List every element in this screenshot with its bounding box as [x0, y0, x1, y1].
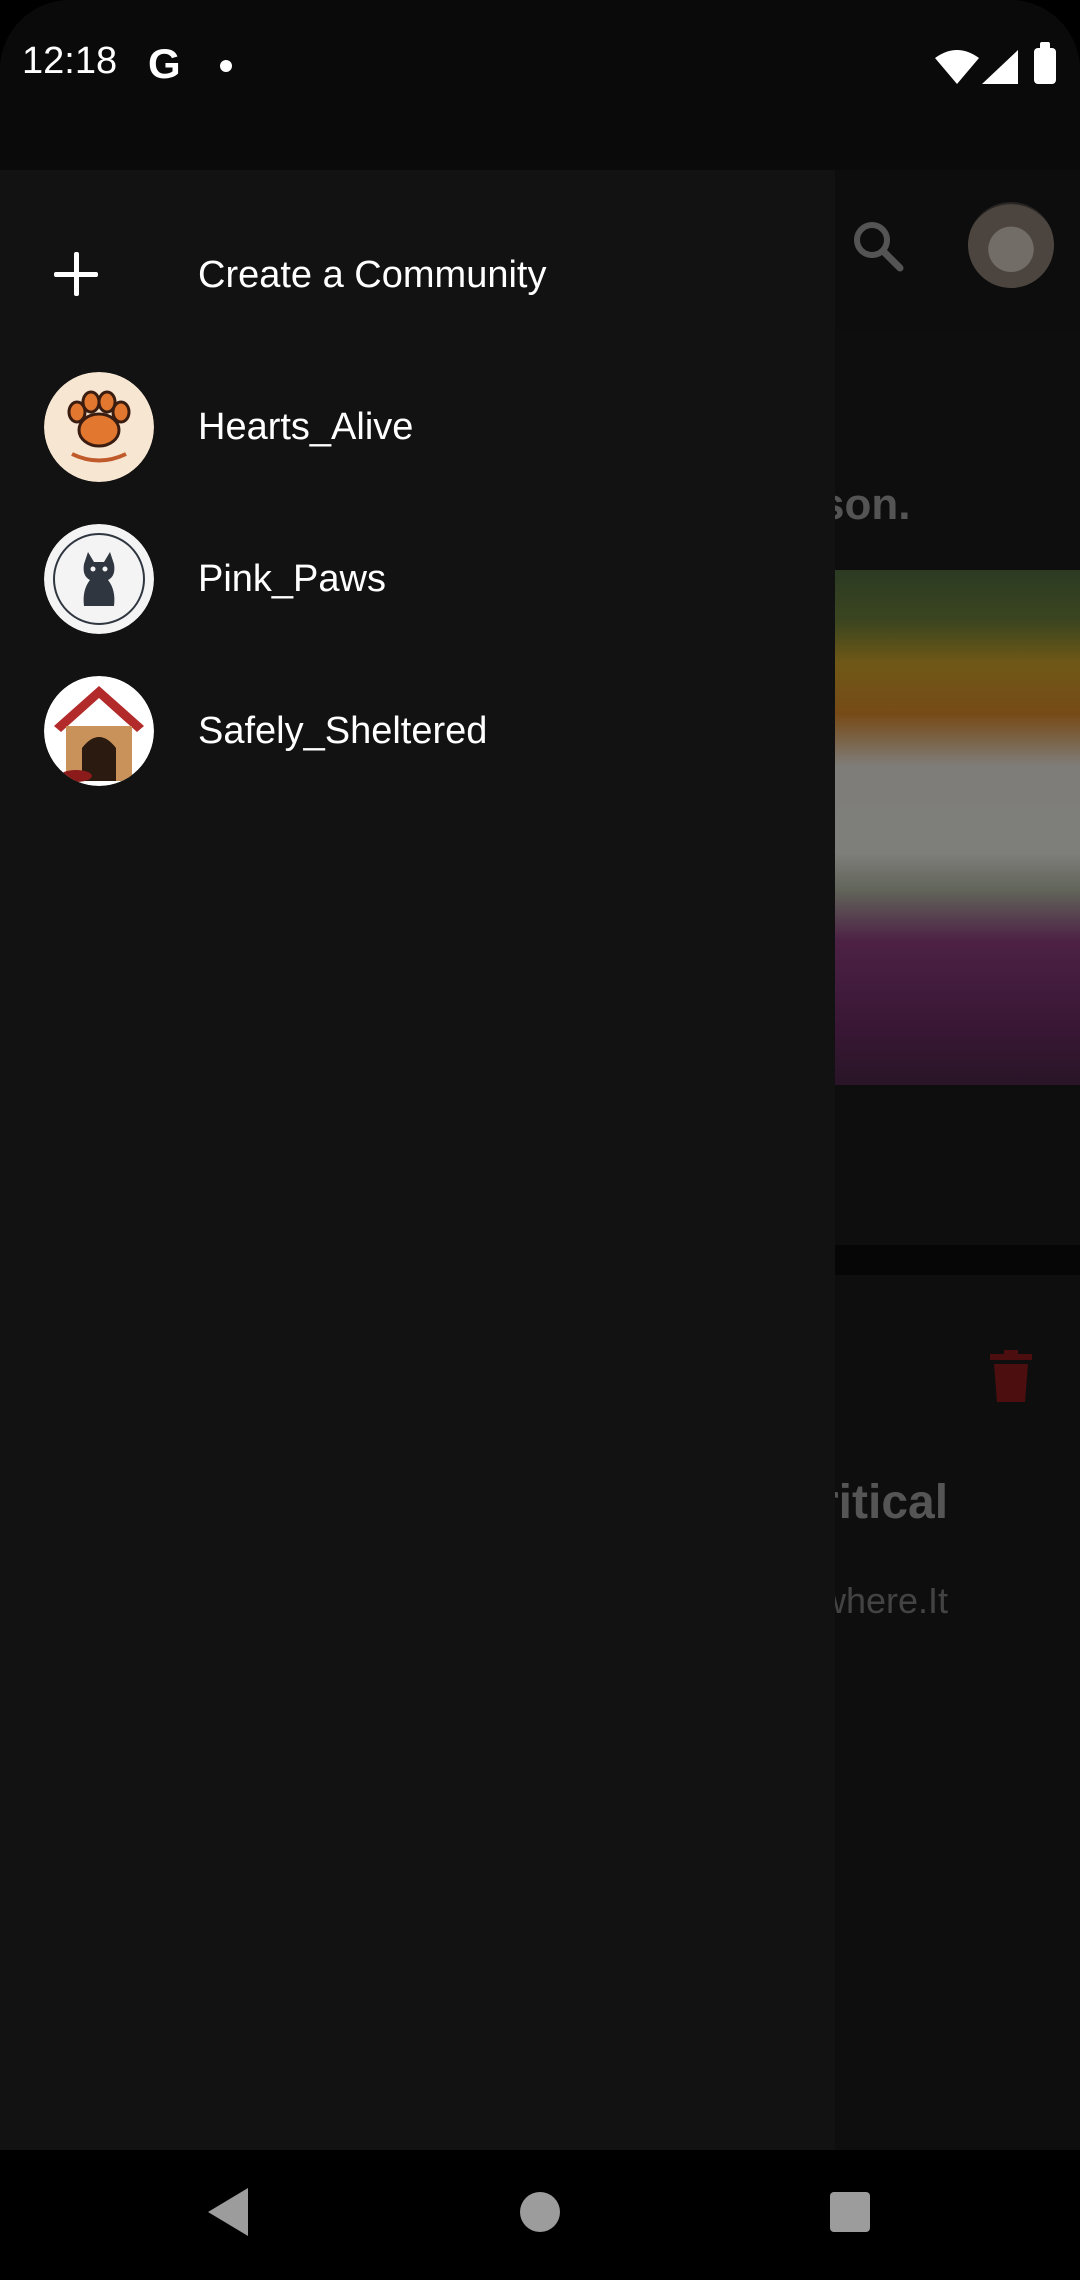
recents-icon[interactable] — [830, 2192, 870, 2232]
google-icon: G — [148, 40, 181, 87]
community-name: Hearts_Alive — [198, 405, 414, 448]
navigation-drawer: Create a Community Hearts_Alive Pink_Paw… — [0, 170, 835, 2150]
home-icon[interactable] — [520, 2192, 560, 2232]
phone-screen: 12:18 G son. ritical where.It Create a C… — [0, 0, 1080, 2280]
community-item-hearts-alive[interactable]: Hearts_Alive — [0, 352, 835, 502]
community-name: Pink_Paws — [198, 557, 386, 600]
battery-icon — [1034, 42, 1056, 84]
doghouse-logo-icon — [44, 676, 154, 786]
plus-icon — [54, 252, 98, 296]
create-community-item[interactable]: Create a Community — [0, 200, 835, 350]
cat-logo-icon — [44, 524, 154, 634]
wifi-icon — [935, 50, 979, 84]
signal-icon — [982, 50, 1018, 84]
notification-dot-icon — [220, 60, 232, 72]
system-nav-bar — [0, 2150, 1080, 2280]
community-item-safely-sheltered[interactable]: Safely_Sheltered — [0, 656, 835, 806]
create-community-label: Create a Community — [198, 253, 547, 296]
status-bar: 12:18 G — [0, 0, 1080, 170]
community-item-pink-paws[interactable]: Pink_Paws — [0, 504, 835, 654]
back-icon[interactable] — [208, 2188, 248, 2236]
community-name: Safely_Sheltered — [198, 709, 488, 752]
paw-logo-icon — [44, 372, 154, 482]
status-time: 12:18 — [22, 40, 118, 82]
